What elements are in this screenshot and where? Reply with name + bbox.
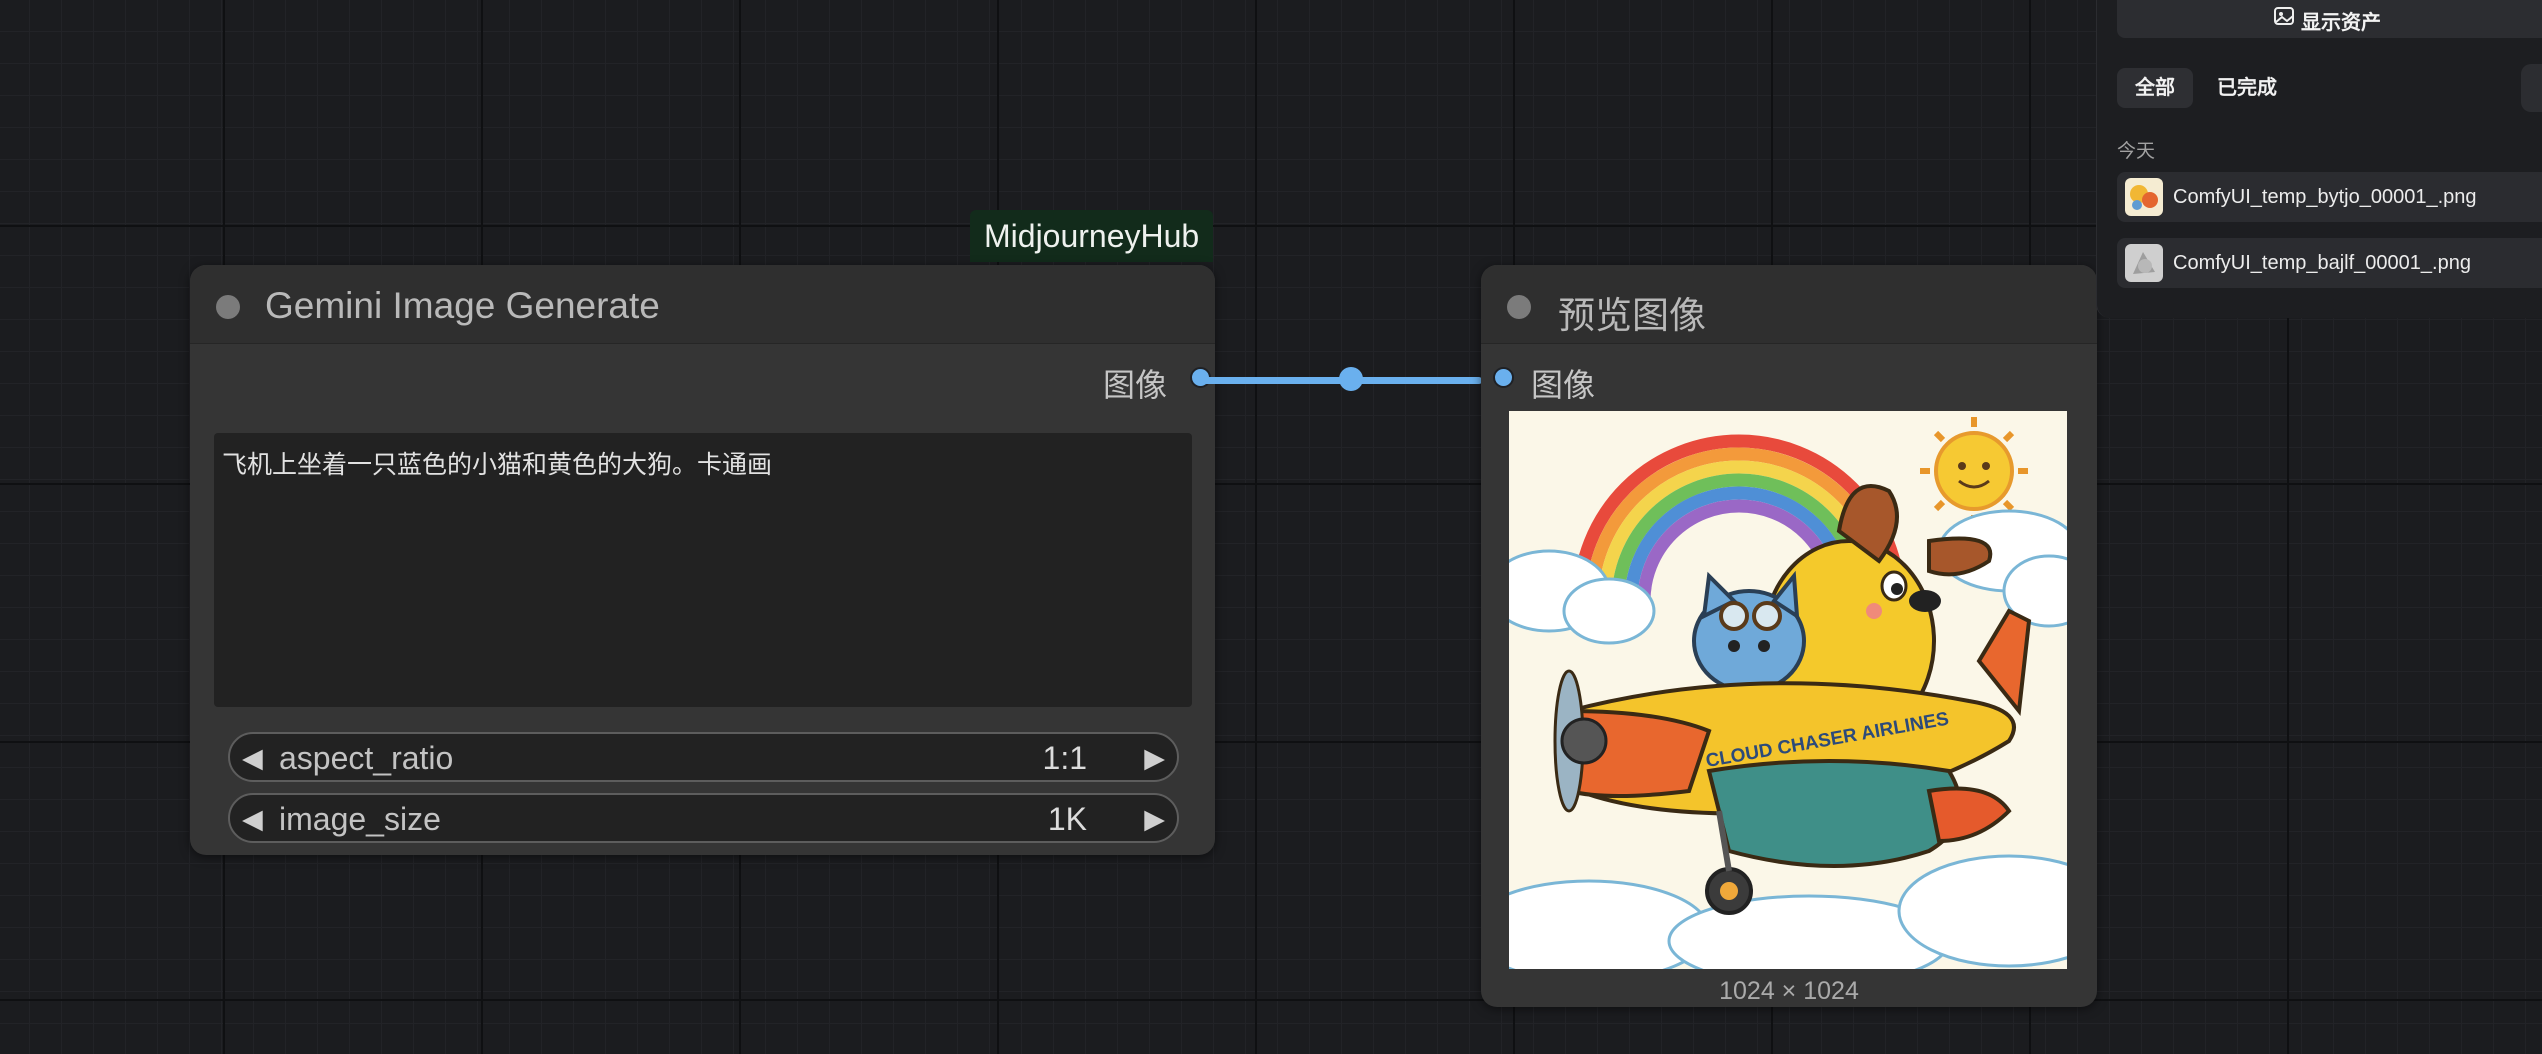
decrement-arrow-icon[interactable]: ◀ — [242, 804, 263, 835]
group-title-badge[interactable]: MidjourneyHub — [970, 210, 1214, 262]
widget-name: aspect_ratio — [279, 740, 454, 776]
node-title: Gemini Image Generate — [265, 285, 660, 326]
node-header[interactable]: Gemini Image Generate — [190, 265, 1215, 344]
node-title: 预览图像 — [1558, 295, 1706, 336]
asset-thumbnail — [2125, 178, 2163, 216]
decrement-arrow-icon[interactable]: ◀ — [242, 743, 263, 774]
cartoon-illustration: CLOUD CHASER AIRLINES — [1509, 411, 2067, 969]
asset-name: ComfyUI_temp_bytjo_00001_.png — [2173, 186, 2477, 208]
widget-value[interactable]: 1:1 — [1043, 740, 1087, 777]
assets-sidebar: 显示资产 全部 已完成 今天 ComfyUI_temp_bytjo_00001_… — [2096, 0, 2542, 318]
input-socket[interactable] — [1493, 367, 1514, 388]
image-dimensions: 1024 × 1024 — [1719, 977, 1859, 1005]
aspect-ratio-widget[interactable]: ◀ aspect_ratio 1:1 ▶ — [228, 732, 1179, 782]
increment-arrow-icon[interactable]: ▶ — [1144, 743, 1165, 774]
collapse-toggle[interactable] — [216, 295, 240, 319]
section-today: 今天 — [2117, 141, 2156, 162]
tab-completed[interactable]: 已完成 — [2205, 68, 2289, 108]
node-header[interactable]: 预览图像 — [1481, 265, 2097, 344]
preview-image[interactable]: CLOUD CHASER AIRLINES — [1509, 411, 2067, 969]
panel-edge-button[interactable] — [2521, 64, 2542, 112]
gemini-image-generate-node[interactable]: Gemini Image Generate 图像 飞机上坐着一只蓝色的小猫和黄色… — [190, 265, 1215, 855]
asset-item[interactable]: ComfyUI_temp_bytjo_00001_.png — [2117, 172, 2542, 222]
widget-name: image_size — [279, 801, 441, 837]
show-assets-label: 显示资产 — [2301, 12, 2381, 34]
increment-arrow-icon[interactable]: ▶ — [1144, 804, 1165, 835]
image-icon — [2274, 7, 2294, 25]
asset-thumbnail — [2125, 244, 2163, 282]
prompt-textarea[interactable]: 飞机上坐着一只蓝色的小猫和黄色的大狗。卡通画 — [214, 433, 1192, 707]
link-midpoint-handle[interactable] — [1339, 367, 1363, 391]
input-label: 图像 — [1531, 367, 1596, 403]
asset-name: ComfyUI_temp_bajlf_00001_.png — [2173, 252, 2471, 274]
output-label: 图像 — [1102, 367, 1167, 403]
tab-all[interactable]: 全部 — [2117, 68, 2193, 108]
widget-value[interactable]: 1K — [1048, 801, 1087, 838]
asset-item[interactable]: ComfyUI_temp_bajlf_00001_.png — [2117, 238, 2542, 288]
preview-image-node[interactable]: 预览图像 图像 CLOUD CHASER AIRLINES 1024 × 102… — [1481, 265, 2097, 1007]
collapse-toggle[interactable] — [1507, 295, 1531, 319]
image-size-widget[interactable]: ◀ image_size 1K ▶ — [228, 793, 1179, 843]
show-assets-button[interactable]: 显示资产 — [2117, 0, 2542, 38]
